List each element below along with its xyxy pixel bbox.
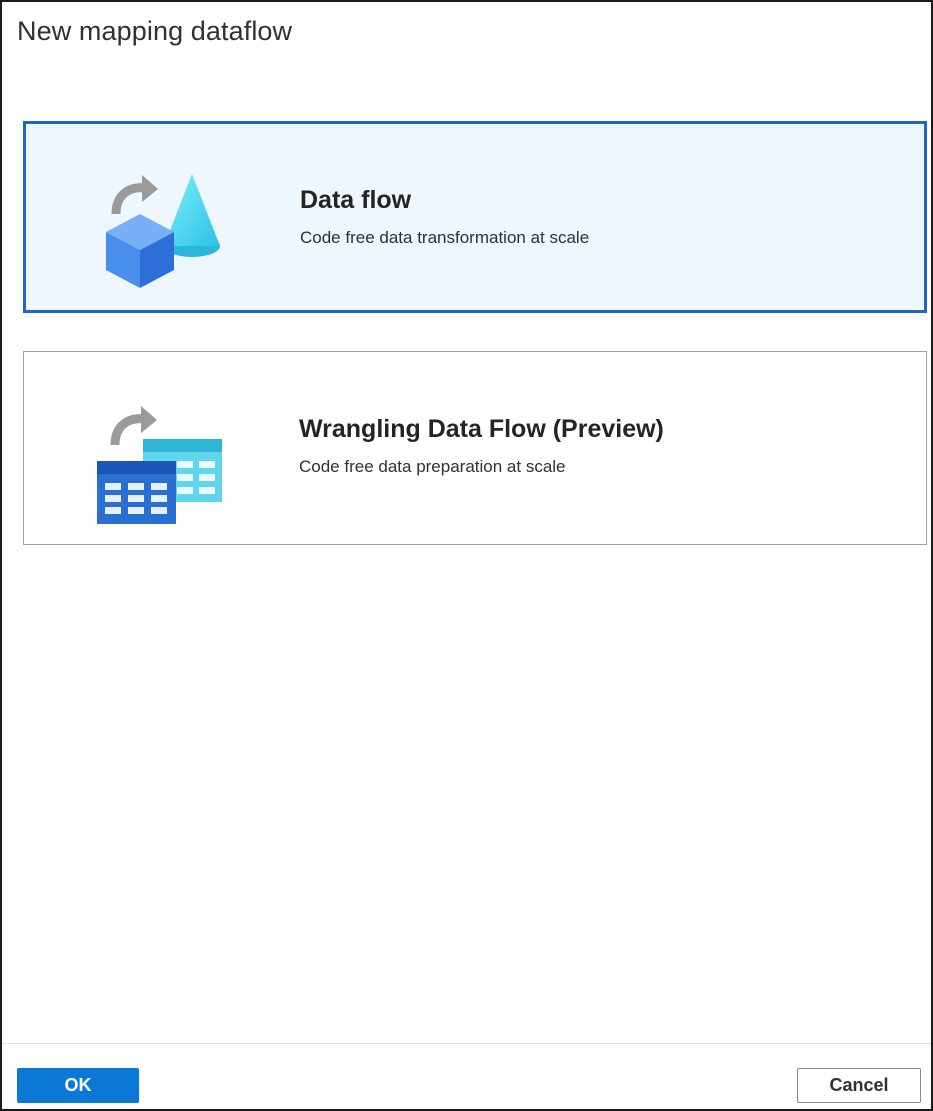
wrangling-data-flow-icon (97, 406, 222, 524)
option-description: Code free data preparation at scale (299, 457, 566, 476)
option-title: Wrangling Data Flow (Preview) (299, 415, 664, 443)
option-title: Data flow (300, 186, 412, 214)
option-data-flow[interactable]: Data flow Code free data transformation … (23, 121, 927, 313)
dialog-title: New mapping dataflow (17, 16, 293, 46)
data-flow-icon (106, 174, 220, 288)
new-mapping-dataflow-dialog: New mapping dataflow Data flow Code free… (0, 0, 933, 1111)
option-description: Code free data transformation at scale (300, 228, 590, 247)
footer-divider (2, 1043, 931, 1044)
option-wrangling-data-flow[interactable]: Wrangling Data Flow (Preview) Code free … (23, 351, 927, 545)
cancel-button[interactable]: Cancel (797, 1068, 921, 1103)
ok-button[interactable]: OK (17, 1068, 139, 1103)
